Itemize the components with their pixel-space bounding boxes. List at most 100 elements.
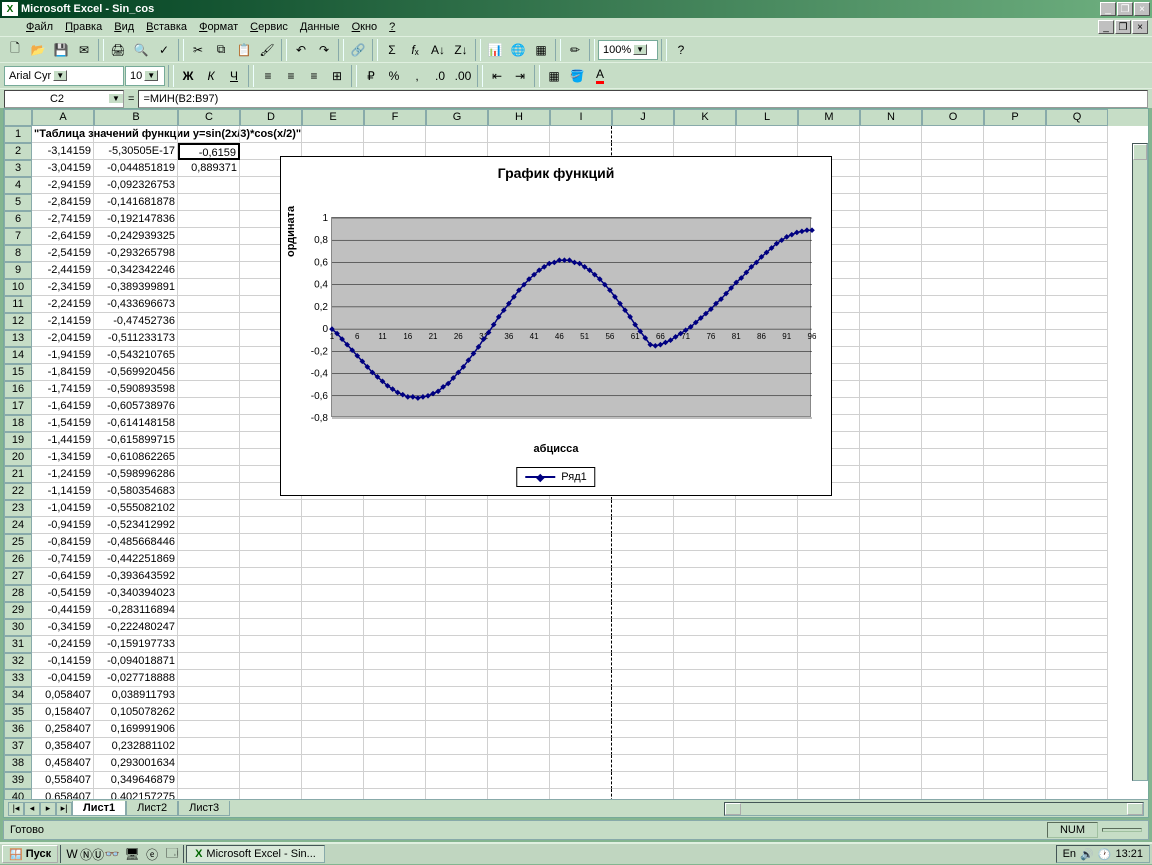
cell[interactable] (240, 789, 302, 799)
col-header-O[interactable]: O (922, 109, 984, 126)
cell[interactable] (426, 551, 488, 568)
spell-icon[interactable]: ✓ (153, 39, 175, 61)
cell[interactable] (736, 653, 798, 670)
cell[interactable] (488, 636, 550, 653)
cell[interactable] (1046, 636, 1108, 653)
cell[interactable] (922, 670, 984, 687)
format-painter-icon[interactable]: 🖌 (256, 39, 278, 61)
cell[interactable] (240, 721, 302, 738)
cell[interactable] (798, 687, 860, 704)
cell[interactable] (860, 738, 922, 755)
cell[interactable] (736, 721, 798, 738)
cell[interactable] (860, 398, 922, 415)
col-header-I[interactable]: I (550, 109, 612, 126)
cell[interactable] (178, 364, 240, 381)
cell[interactable] (860, 704, 922, 721)
cell[interactable] (922, 551, 984, 568)
cell[interactable]: -2,14159 (32, 313, 94, 330)
cell[interactable]: 0,058407 (32, 687, 94, 704)
cell[interactable] (1046, 721, 1108, 738)
cell[interactable] (488, 585, 550, 602)
cell[interactable] (550, 636, 612, 653)
cell[interactable] (860, 347, 922, 364)
cell[interactable] (364, 568, 426, 585)
cell[interactable] (798, 602, 860, 619)
cell[interactable]: -0,511233173 (94, 330, 178, 347)
cell[interactable]: -0,485668446 (94, 534, 178, 551)
cell[interactable] (984, 585, 1046, 602)
cell[interactable] (922, 772, 984, 789)
cell[interactable] (426, 636, 488, 653)
cell[interactable] (860, 687, 922, 704)
cell[interactable]: -0,523412992 (94, 517, 178, 534)
embedded-chart[interactable]: График функций ордината -0,8-0,6-0,4-0,2… (280, 156, 832, 496)
cell[interactable] (550, 721, 612, 738)
cell[interactable] (984, 415, 1046, 432)
cell[interactable]: -0,027718888 (94, 670, 178, 687)
cell[interactable] (984, 364, 1046, 381)
autosum-icon[interactable]: Σ (381, 39, 403, 61)
cell[interactable] (984, 381, 1046, 398)
cell[interactable] (426, 126, 488, 143)
cell[interactable] (302, 500, 364, 517)
cell[interactable]: 0,658407 (32, 789, 94, 799)
cell[interactable] (984, 449, 1046, 466)
cell[interactable] (178, 398, 240, 415)
row-header-13[interactable]: 13 (4, 330, 32, 347)
cell[interactable] (178, 211, 240, 228)
cell[interactable]: -0,44159 (32, 602, 94, 619)
cell[interactable] (240, 602, 302, 619)
cell[interactable] (860, 721, 922, 738)
quick-word-icon[interactable]: W (63, 845, 81, 863)
sort-desc-icon[interactable]: Z↓ (450, 39, 472, 61)
cell[interactable] (240, 619, 302, 636)
cell[interactable] (1046, 585, 1108, 602)
cell[interactable]: -0,54159 (32, 585, 94, 602)
mdi-close[interactable]: × (1132, 20, 1148, 34)
cell[interactable] (364, 126, 426, 143)
cell[interactable]: -0,84159 (32, 534, 94, 551)
cell[interactable]: -2,74159 (32, 211, 94, 228)
cell[interactable] (922, 534, 984, 551)
row-header-12[interactable]: 12 (4, 313, 32, 330)
cell[interactable] (860, 500, 922, 517)
cell[interactable] (736, 789, 798, 799)
row-header-28[interactable]: 28 (4, 585, 32, 602)
cell[interactable] (736, 670, 798, 687)
tray-lang[interactable]: En (1063, 848, 1076, 860)
cell[interactable] (1046, 653, 1108, 670)
cell[interactable] (1046, 568, 1108, 585)
cell[interactable] (674, 636, 736, 653)
cell[interactable] (550, 772, 612, 789)
cell[interactable] (674, 602, 736, 619)
cell[interactable]: -0,293265798 (94, 245, 178, 262)
cell[interactable] (426, 789, 488, 799)
row-header-33[interactable]: 33 (4, 670, 32, 687)
col-header-H[interactable]: H (488, 109, 550, 126)
cell[interactable]: -0,610862265 (94, 449, 178, 466)
col-header-J[interactable]: J (612, 109, 674, 126)
menu-Данные[interactable]: Данные (294, 20, 346, 34)
pivot-icon[interactable]: ▦ (530, 39, 552, 61)
map-icon[interactable]: 🌐 (507, 39, 529, 61)
inc-indent-icon[interactable]: ⇥ (509, 65, 531, 87)
cell[interactable] (426, 534, 488, 551)
cell[interactable]: 0,169991906 (94, 721, 178, 738)
cell[interactable]: -0,24159 (32, 636, 94, 653)
cell[interactable] (178, 228, 240, 245)
cut-icon[interactable]: ✂ (187, 39, 209, 61)
cell[interactable] (922, 636, 984, 653)
cell[interactable] (612, 670, 674, 687)
cell[interactable] (488, 619, 550, 636)
cell[interactable] (488, 704, 550, 721)
col-header-N[interactable]: N (860, 109, 922, 126)
cell[interactable] (550, 704, 612, 721)
cell[interactable] (178, 772, 240, 789)
cell[interactable] (1046, 347, 1108, 364)
cell[interactable] (612, 653, 674, 670)
cell[interactable] (984, 619, 1046, 636)
cell[interactable] (1046, 534, 1108, 551)
row-header-27[interactable]: 27 (4, 568, 32, 585)
cell[interactable] (736, 602, 798, 619)
cell[interactable]: -2,44159 (32, 262, 94, 279)
